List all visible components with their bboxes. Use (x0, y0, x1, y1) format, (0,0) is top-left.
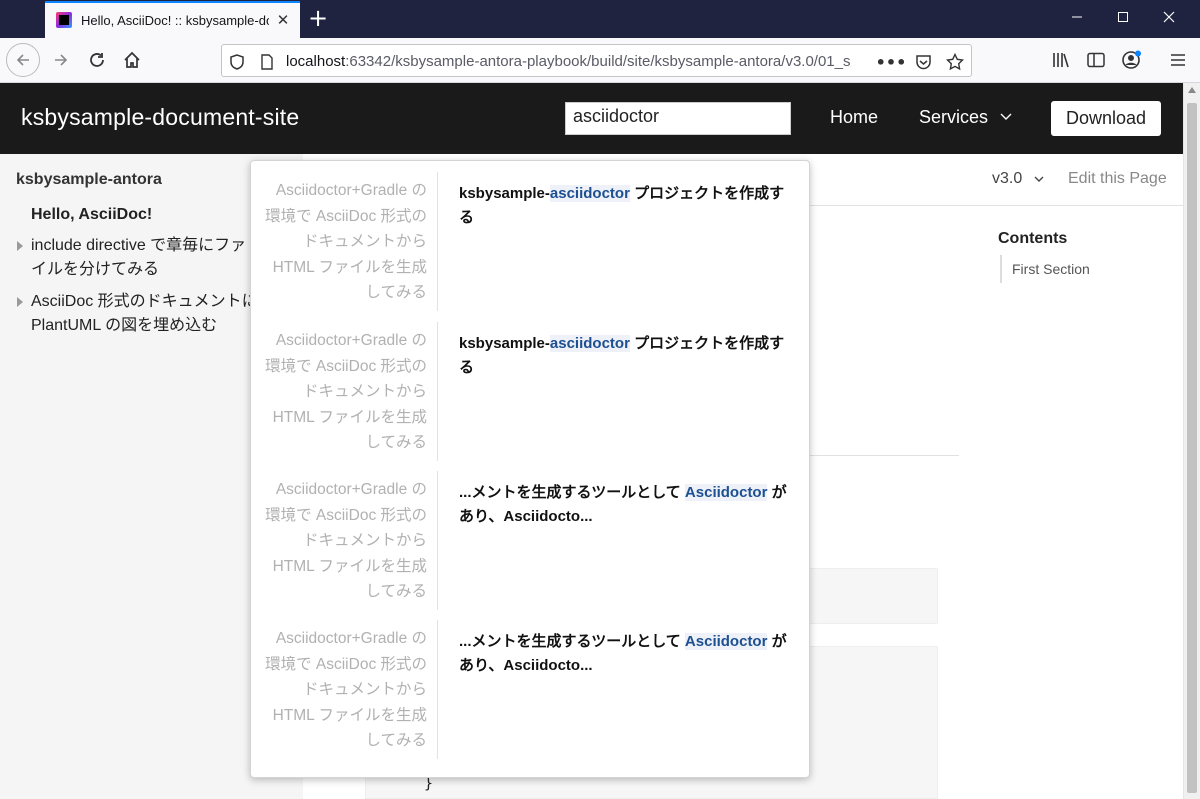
page-actions-icon[interactable]: ••• (876, 51, 907, 73)
tracking-shield-icon[interactable] (226, 51, 248, 73)
maximize-icon[interactable] (1100, 0, 1146, 38)
page-info-icon[interactable] (256, 51, 278, 73)
tab-strip: Hello, AsciiDoc! :: ksbysample-document-… (0, 0, 1200, 38)
version-selector[interactable]: v3.0 (992, 170, 1022, 188)
menu-icon[interactable] (1163, 45, 1193, 75)
search-result-item[interactable]: Asciidoctor+Gradle の環境で AsciiDoc 形式のドキュメ… (251, 172, 809, 312)
tab-title: Hello, AsciiDoc! :: ksbysample-document-… (81, 13, 269, 28)
home-icon[interactable] (117, 45, 147, 75)
result-document-title: Asciidoctor+Gradle の環境で AsciiDoc 形式のドキュメ… (261, 322, 438, 461)
chevron-down-icon[interactable] (1033, 173, 1045, 185)
site-header: ksbysample-document-site asciidoctor Hom… (0, 83, 1183, 154)
search-input[interactable]: asciidoctor (565, 102, 791, 135)
sidebar-item-plantuml[interactable]: AsciiDoc 形式のドキュメントに PlantUML の図を埋め込む (31, 290, 259, 338)
toc-title: Contents (998, 230, 1068, 247)
search-highlight: asciidoctor (549, 335, 630, 352)
forward-icon[interactable] (46, 45, 76, 75)
result-document-title: Asciidoctor+Gradle の環境で AsciiDoc 形式のドキュメ… (261, 620, 438, 759)
close-tab-icon[interactable]: ✕ (274, 11, 292, 29)
search-highlight: Asciidoctor (684, 484, 768, 501)
search-result-item[interactable]: Asciidoctor+Gradle の環境で AsciiDoc 形式のドキュメ… (251, 322, 809, 462)
download-button[interactable]: Download (1051, 101, 1161, 136)
browser-tab[interactable]: Hello, AsciiDoc! :: ksbysample-document-… (45, 1, 300, 38)
result-snippet[interactable]: ...メントを生成するツールとして Asciidoctor があり、Asciid… (459, 630, 799, 678)
toc-item-first-section[interactable]: First Section (1000, 255, 1090, 283)
navigation-toolbar: localhost:63342/ksbysample-antora-playbo… (0, 38, 1200, 83)
result-snippet[interactable]: ksbysample-asciidoctor プロジェクトを作成する (459, 182, 799, 230)
edit-page-link[interactable]: Edit this Page (1068, 170, 1167, 188)
search-highlight: Asciidoctor (684, 633, 768, 650)
back-icon[interactable] (6, 43, 40, 77)
search-results-dropdown: Asciidoctor+Gradle の環境で AsciiDoc 形式のドキュメ… (250, 160, 810, 778)
chevron-down-icon (1000, 113, 1012, 120)
page-scrollbar[interactable] (1183, 83, 1200, 799)
nav-services-link[interactable]: Services (919, 107, 988, 128)
expand-triangle-icon[interactable] (16, 297, 24, 307)
library-icon[interactable] (1046, 45, 1076, 75)
search-result-item[interactable]: Asciidoctor+Gradle の環境で AsciiDoc 形式のドキュメ… (251, 471, 809, 611)
reload-icon[interactable] (82, 45, 112, 75)
intellij-favicon-icon (56, 12, 72, 28)
nav-component-title[interactable]: ksbysample-antora (16, 171, 162, 189)
bookmark-star-icon[interactable] (944, 51, 966, 73)
result-document-title: Asciidoctor+Gradle の環境で AsciiDoc 形式のドキュメ… (261, 471, 438, 610)
sidebar-item-include-directive[interactable]: include directive で章毎にファイルを分けてみる (31, 234, 253, 282)
search-result-item[interactable]: Asciidoctor+Gradle の環境で AsciiDoc 形式のドキュメ… (251, 620, 809, 760)
url-text: localhost:63342/ksbysample-antora-playbo… (286, 53, 851, 70)
site-title[interactable]: ksbysample-document-site (21, 104, 299, 131)
sidebar-toggle-icon[interactable] (1081, 45, 1111, 75)
nav-home-link[interactable]: Home (830, 107, 878, 128)
close-window-icon[interactable] (1146, 0, 1192, 38)
account-icon[interactable] (1116, 45, 1146, 75)
pocket-icon[interactable] (912, 51, 934, 73)
result-snippet[interactable]: ...メントを生成するツールとして Asciidoctor があり、Asciid… (459, 481, 799, 529)
minimize-icon[interactable] (1054, 0, 1100, 38)
result-snippet[interactable]: ksbysample-asciidoctor プロジェクトを作成する (459, 332, 799, 380)
expand-triangle-icon[interactable] (16, 241, 24, 251)
scroll-up-icon[interactable] (1188, 87, 1196, 93)
scrollbar-thumb[interactable] (1187, 103, 1197, 793)
url-bar[interactable]: localhost:63342/ksbysample-antora-playbo… (221, 44, 972, 77)
search-highlight: asciidoctor (549, 185, 630, 202)
result-document-title: Asciidoctor+Gradle の環境で AsciiDoc 形式のドキュメ… (261, 172, 438, 311)
sidebar-item-hello-asciidoc[interactable]: Hello, AsciiDoc! (31, 203, 281, 227)
new-tab-icon[interactable]: + (306, 5, 330, 31)
